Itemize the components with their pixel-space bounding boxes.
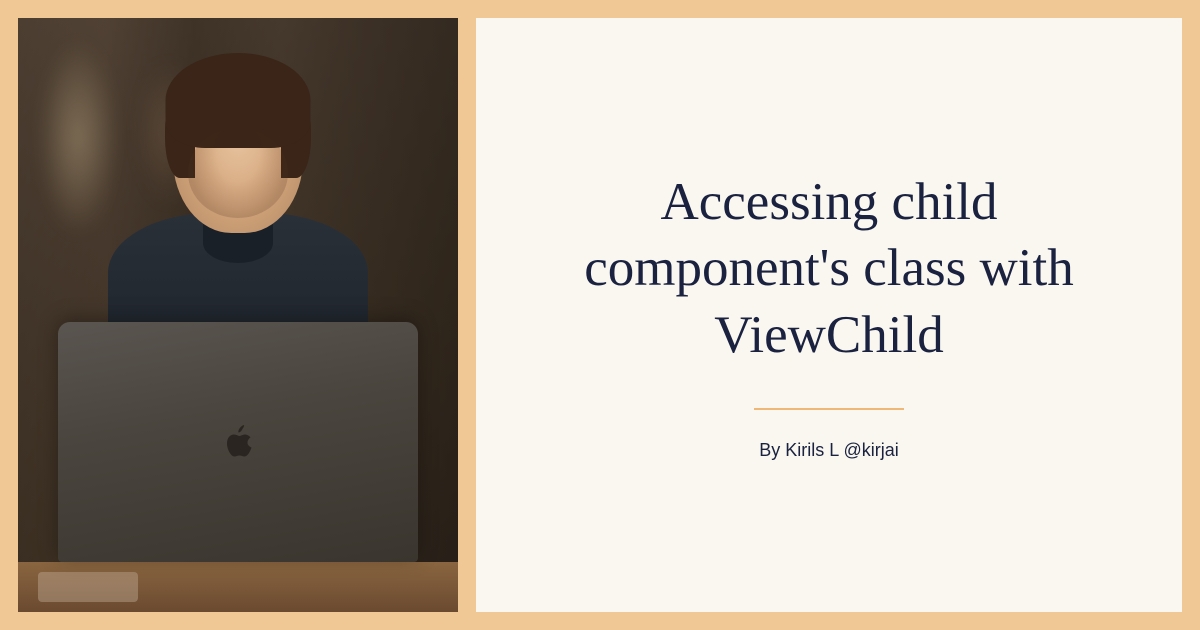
author-photo xyxy=(18,18,458,612)
divider xyxy=(754,408,904,410)
apple-logo-icon xyxy=(224,425,252,459)
laptop xyxy=(48,322,428,582)
content-panel: Accessing child component's class with V… xyxy=(476,18,1182,612)
article-title: Accessing child component's class with V… xyxy=(526,169,1132,368)
author-byline: By Kirils L @kirjai xyxy=(759,440,899,461)
social-card: Accessing child component's class with V… xyxy=(18,18,1182,612)
